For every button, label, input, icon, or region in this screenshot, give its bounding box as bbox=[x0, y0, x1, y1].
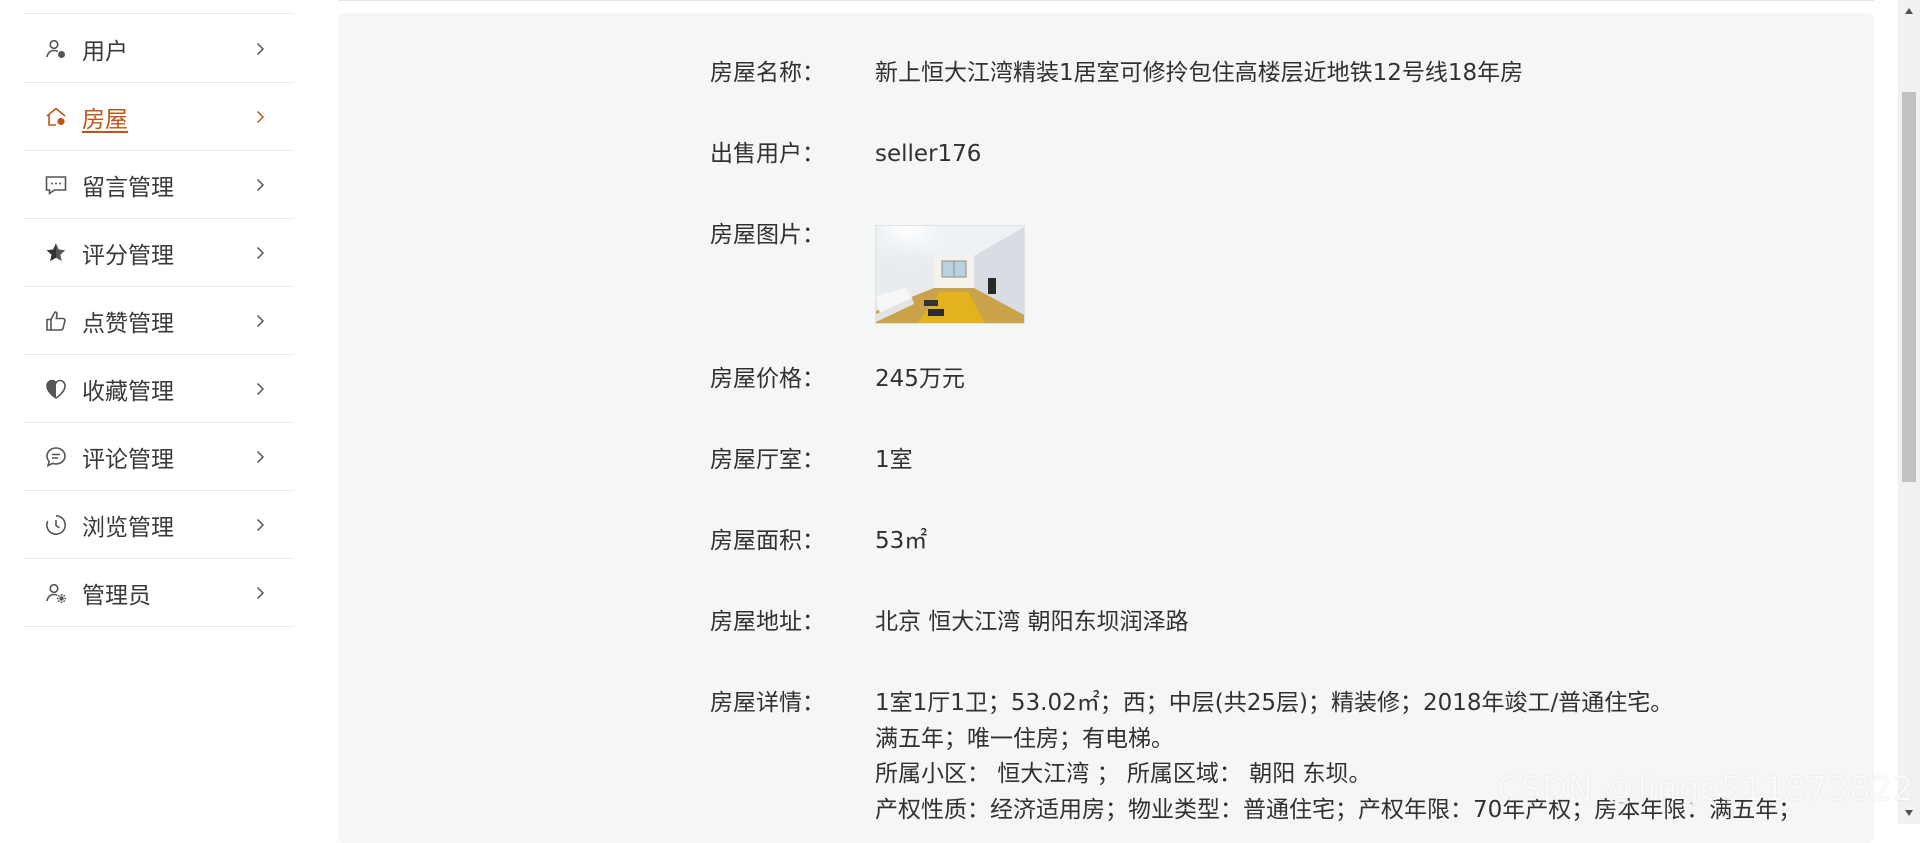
chevron-right-icon bbox=[252, 109, 268, 125]
address-label: 房屋地址： bbox=[710, 609, 825, 635]
sidebar-item-label: 点赞管理 bbox=[82, 310, 174, 337]
scroll-up-arrow-icon[interactable] bbox=[1898, 0, 1920, 22]
scroll-down-arrow-icon[interactable] bbox=[1898, 802, 1920, 824]
price-value: 245万元 bbox=[875, 366, 965, 392]
sidebar-item-admins[interactable]: 管理员 bbox=[23, 559, 294, 627]
rooms-value: 1室 bbox=[875, 447, 913, 473]
message-icon bbox=[44, 173, 68, 197]
chevron-right-icon bbox=[252, 313, 268, 329]
sidebar-item-label: 收藏管理 bbox=[82, 378, 174, 405]
house-detail-panel: 房屋名称： 新上恒大江湾精装1居室可修拎包住高楼层近地铁12号线18年房 出售用… bbox=[338, 13, 1874, 843]
clock-icon bbox=[44, 513, 68, 537]
house-name-label: 房屋名称： bbox=[710, 60, 825, 86]
details-line: 1室1厅1卫；53.02㎡；西；中层(共25层)；精装修；2018年竣工/普通住… bbox=[875, 690, 1674, 716]
details-line: 所属小区： 恒大江湾 ； 所属区域： 朝阳 东坝。 bbox=[875, 761, 1372, 787]
sidebar-item-label: 评论管理 bbox=[82, 446, 174, 473]
area-value: 53㎡ bbox=[875, 528, 928, 554]
area-label: 房屋面积： bbox=[710, 528, 825, 554]
sidebar-item-label: 留言管理 bbox=[82, 174, 174, 201]
chevron-right-icon bbox=[252, 381, 268, 397]
house-photo[interactable] bbox=[875, 225, 1025, 324]
chevron-right-icon bbox=[252, 449, 268, 465]
sidebar-item-label: 用户 bbox=[82, 38, 128, 65]
sidebar-item-users[interactable]: 用户 bbox=[23, 15, 294, 83]
rooms-label: 房屋厅室： bbox=[710, 447, 825, 473]
sidebar-item-likes[interactable]: 点赞管理 bbox=[23, 287, 294, 355]
sidebar-item-label: 房屋 bbox=[82, 106, 128, 133]
seller-label: 出售用户： bbox=[710, 141, 825, 167]
details-line: 产权性质：经济适用房；物业类型：普通住宅；产权年限：70年产权；房本年限：满五年… bbox=[875, 796, 1802, 823]
scrollbar-thumb[interactable] bbox=[1902, 92, 1916, 482]
price-label: 房屋价格： bbox=[710, 366, 825, 392]
chevron-right-icon bbox=[252, 41, 268, 57]
sidebar-item-views[interactable]: 浏览管理 bbox=[23, 491, 294, 559]
admin-user-icon bbox=[44, 581, 68, 605]
sidebar-item-label: 评分管理 bbox=[82, 242, 174, 269]
sidebar-item-comments[interactable]: 评论管理 bbox=[23, 423, 294, 491]
thumbs-up-icon bbox=[44, 309, 68, 333]
heart-shield-icon bbox=[44, 377, 68, 401]
chevron-right-icon bbox=[252, 517, 268, 533]
details-label: 房屋详情： bbox=[710, 690, 825, 716]
chevron-right-icon bbox=[252, 245, 268, 261]
sidebar-item-favorites[interactable]: 收藏管理 bbox=[23, 355, 294, 423]
details-value: 1室1厅1卫；53.02㎡；西；中层(共25层)；精装修；2018年竣工/普通住… bbox=[875, 686, 1801, 828]
chevron-right-icon bbox=[252, 585, 268, 601]
details-line: 满五年；唯一住房；有电梯。 bbox=[875, 725, 1174, 752]
seller-value: seller176 bbox=[875, 141, 982, 167]
user-icon bbox=[44, 37, 68, 61]
top-divider bbox=[338, 0, 1874, 1]
sidebar-menu: 用户 房屋 留言管理 评分管理 点赞管理 收藏管理 评论管理 浏览管理 管理员 bbox=[23, 15, 294, 627]
house-image-label: 房屋图片： bbox=[710, 222, 825, 248]
sidebar-item-houses[interactable]: 房屋 bbox=[23, 83, 294, 151]
star-icon bbox=[44, 241, 68, 265]
sidebar-item-messages[interactable]: 留言管理 bbox=[23, 151, 294, 219]
address-value: 北京 恒大江湾 朝阳东坝润泽路 bbox=[875, 609, 1189, 635]
sidebar-item-ratings[interactable]: 评分管理 bbox=[23, 219, 294, 287]
sidebar-divider bbox=[23, 13, 294, 14]
house-name-value: 新上恒大江湾精装1居室可修拎包住高楼层近地铁12号线18年房 bbox=[875, 60, 1524, 86]
vertical-scrollbar[interactable] bbox=[1898, 0, 1920, 824]
house-icon bbox=[44, 105, 68, 129]
sidebar-item-label: 浏览管理 bbox=[82, 514, 174, 541]
chevron-right-icon bbox=[252, 177, 268, 193]
comment-icon bbox=[44, 445, 68, 469]
sidebar-item-label: 管理员 bbox=[82, 582, 151, 609]
sidebar: 用户 房屋 留言管理 评分管理 点赞管理 收藏管理 评论管理 浏览管理 管理员 bbox=[23, 0, 294, 824]
